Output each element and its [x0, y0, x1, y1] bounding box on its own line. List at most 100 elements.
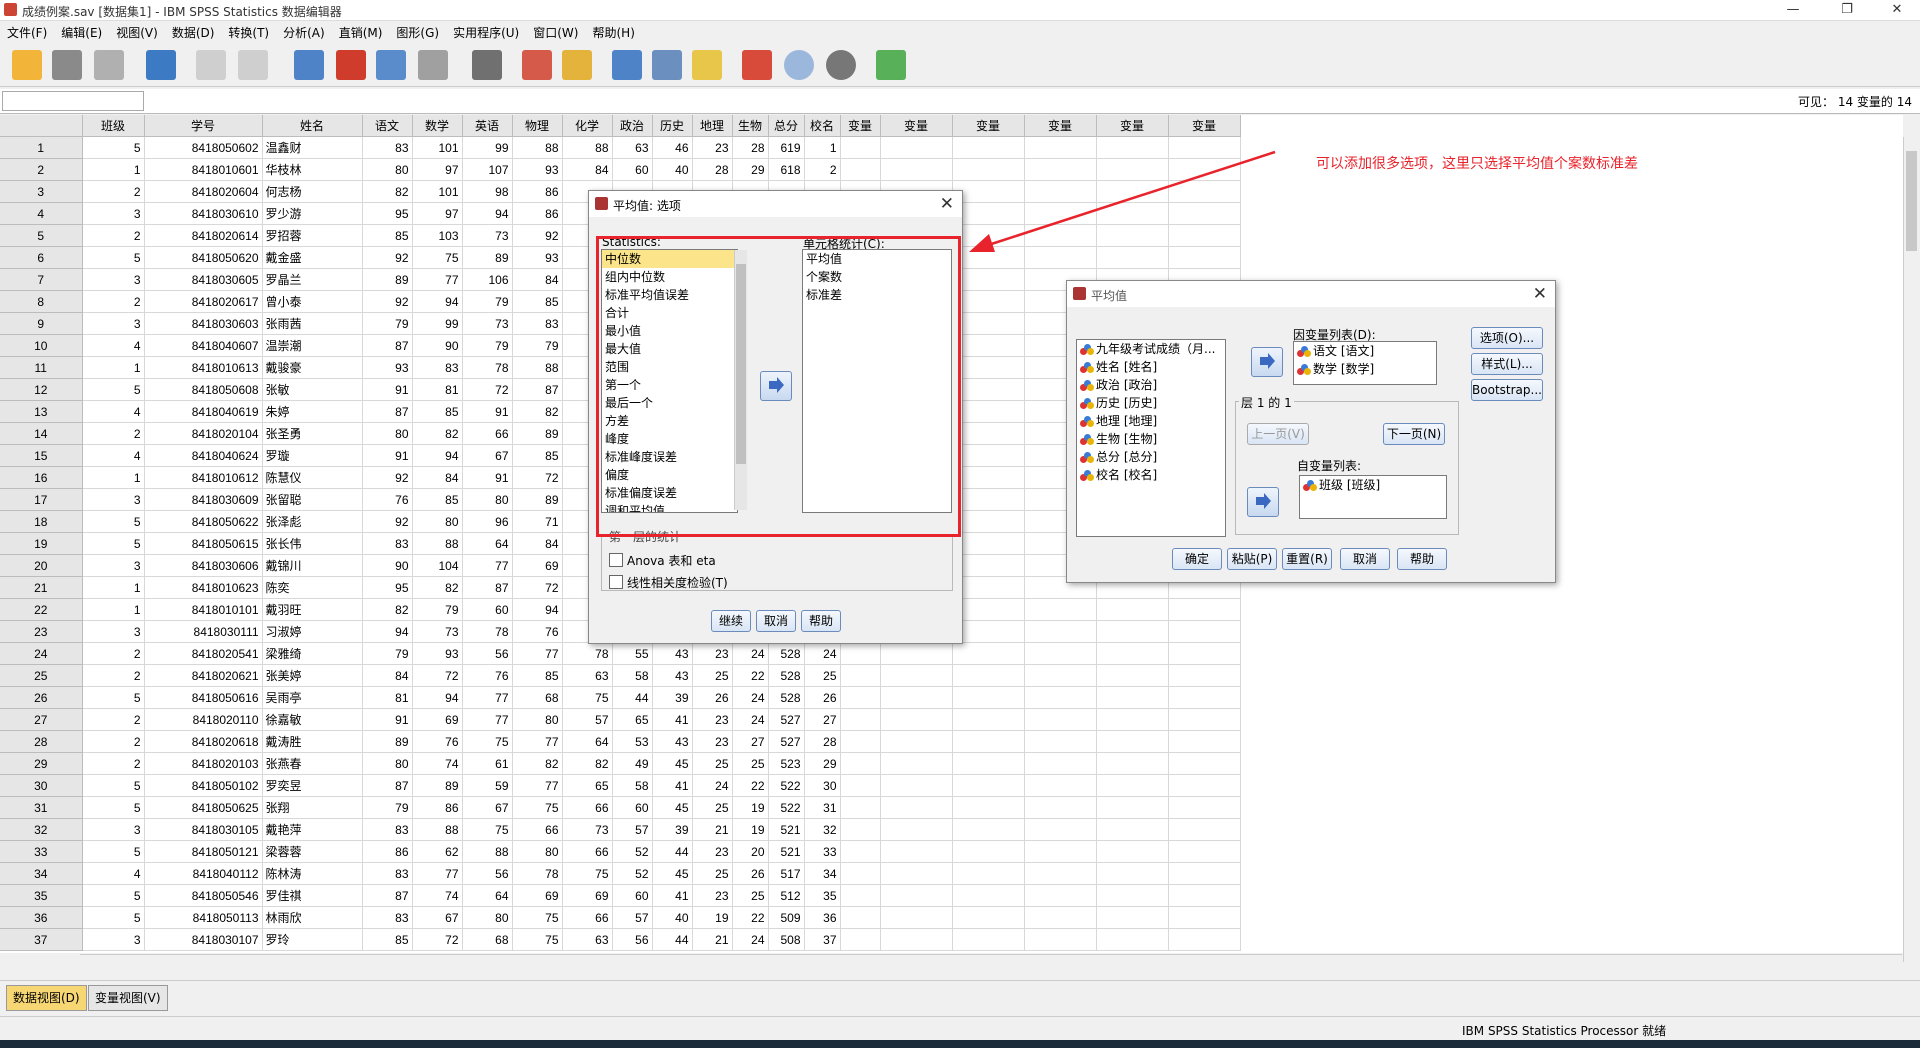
table-cell[interactable]: 2: [82, 642, 145, 665]
table-cell[interactable]: 57: [612, 818, 653, 841]
table-cell[interactable]: 8418020621: [144, 664, 263, 687]
table-cell[interactable]: 72: [412, 928, 463, 951]
table-cell[interactable]: 82: [512, 400, 563, 423]
table-cell[interactable]: [952, 928, 1025, 951]
table-cell[interactable]: 45: [652, 862, 693, 885]
table-cell[interactable]: 79: [512, 334, 563, 357]
table-cell[interactable]: [1168, 686, 1241, 709]
table-cell[interactable]: 93: [412, 642, 463, 665]
table-cell[interactable]: 528: [768, 664, 805, 687]
table-cell[interactable]: [880, 906, 953, 929]
minimize-button[interactable]: —: [1770, 0, 1816, 20]
table-cell[interactable]: [1024, 686, 1097, 709]
table-cell[interactable]: [1024, 620, 1097, 643]
table-cell[interactable]: [1168, 664, 1241, 687]
table-cell[interactable]: [1168, 620, 1241, 643]
open-icon[interactable]: [12, 50, 42, 80]
table-cell[interactable]: 8418030107: [144, 928, 263, 951]
table-cell[interactable]: 77: [462, 554, 513, 577]
menu-transform[interactable]: 转换(T): [221, 21, 276, 44]
table-cell[interactable]: 87: [362, 884, 413, 907]
table-cell[interactable]: 41: [652, 708, 693, 731]
table-cell[interactable]: 64: [462, 532, 513, 555]
list-item[interactable]: 校名 [校名]: [1077, 466, 1225, 484]
table-cell[interactable]: 2: [82, 752, 145, 775]
table-cell[interactable]: 93: [362, 356, 413, 379]
table-cell[interactable]: 83: [362, 818, 413, 841]
table-cell[interactable]: 39: [652, 686, 693, 709]
table-cell[interactable]: 罗招蓉: [262, 224, 363, 247]
column-header[interactable]: 变量: [880, 115, 953, 137]
table-cell[interactable]: [840, 862, 881, 885]
table-cell[interactable]: 张燕春: [262, 752, 363, 775]
list-item[interactable]: 总分 [总分]: [1077, 448, 1225, 466]
table-cell[interactable]: 1: [82, 576, 145, 599]
row-number[interactable]: 3: [0, 180, 83, 203]
table-cell[interactable]: 徐嘉敏: [262, 708, 363, 731]
ok-button[interactable]: 确定: [1172, 548, 1222, 570]
table-cell[interactable]: 8418040619: [144, 400, 263, 423]
table-cell[interactable]: [840, 774, 881, 797]
table-cell[interactable]: 58: [612, 774, 653, 797]
table-cell[interactable]: 91: [462, 400, 513, 423]
table-cell[interactable]: 68: [462, 928, 513, 951]
table-cell[interactable]: 8418030105: [144, 818, 263, 841]
table-cell[interactable]: [840, 730, 881, 753]
table-cell[interactable]: 22: [732, 774, 769, 797]
table-cell[interactable]: 40: [652, 158, 693, 181]
table-cell[interactable]: 8418050608: [144, 378, 263, 401]
anova-checkbox[interactable]: [609, 553, 623, 567]
table-cell[interactable]: 99: [412, 312, 463, 335]
table-cell[interactable]: 91: [362, 378, 413, 401]
table-cell[interactable]: 77: [512, 642, 563, 665]
table-cell[interactable]: 80: [512, 840, 563, 863]
table-cell[interactable]: 85: [412, 488, 463, 511]
table-cell[interactable]: 19: [732, 796, 769, 819]
table-cell[interactable]: 张美婷: [262, 664, 363, 687]
table-cell[interactable]: 梁蓉蓉: [262, 840, 363, 863]
table-cell[interactable]: [840, 796, 881, 819]
table-cell[interactable]: 8418020617: [144, 290, 263, 313]
table-cell[interactable]: 3: [82, 554, 145, 577]
table-cell[interactable]: 99: [462, 136, 513, 159]
table-cell[interactable]: 3: [82, 818, 145, 841]
table-cell[interactable]: [1024, 664, 1097, 687]
table-cell[interactable]: 8418020104: [144, 422, 263, 445]
table-cell[interactable]: 8418050113: [144, 906, 263, 929]
table-cell[interactable]: [1168, 774, 1241, 797]
table-cell[interactable]: 92: [362, 466, 413, 489]
table-cell[interactable]: 88: [512, 356, 563, 379]
table-cell[interactable]: [1168, 642, 1241, 665]
table-cell[interactable]: 96: [462, 510, 513, 533]
table-cell[interactable]: 528: [768, 686, 805, 709]
table-cell[interactable]: 4: [82, 862, 145, 885]
list-item[interactable]: 班级 [班级]: [1300, 476, 1446, 494]
table-cell[interactable]: 619: [768, 136, 805, 159]
row-number[interactable]: 25: [0, 664, 83, 687]
column-header[interactable]: 姓名: [262, 115, 363, 137]
table-cell[interactable]: 89: [362, 730, 413, 753]
table-cell[interactable]: 23: [692, 642, 733, 665]
table-cell[interactable]: 77: [512, 774, 563, 797]
table-cell[interactable]: [840, 818, 881, 841]
table-cell[interactable]: 22: [732, 664, 769, 687]
table-cell[interactable]: 52: [612, 840, 653, 863]
table-cell[interactable]: [840, 136, 881, 159]
table-cell[interactable]: 2: [82, 664, 145, 687]
table-cell[interactable]: 83: [512, 312, 563, 335]
table-cell[interactable]: 98: [462, 180, 513, 203]
row-number[interactable]: 4: [0, 202, 83, 225]
table-cell[interactable]: [1168, 818, 1241, 841]
table-cell[interactable]: 8418050625: [144, 796, 263, 819]
table-cell[interactable]: 78: [462, 620, 513, 643]
table-cell[interactable]: 8418010601: [144, 158, 263, 181]
row-number[interactable]: 36: [0, 906, 83, 929]
table-cell[interactable]: 66: [562, 840, 613, 863]
table-cell[interactable]: 71: [512, 510, 563, 533]
table-cell[interactable]: 43: [652, 730, 693, 753]
table-cell[interactable]: 25: [692, 796, 733, 819]
reset-button[interactable]: 重置(R): [1282, 548, 1332, 570]
table-cell[interactable]: 92: [362, 510, 413, 533]
table-cell[interactable]: 73: [562, 818, 613, 841]
table-cell[interactable]: 64: [462, 884, 513, 907]
